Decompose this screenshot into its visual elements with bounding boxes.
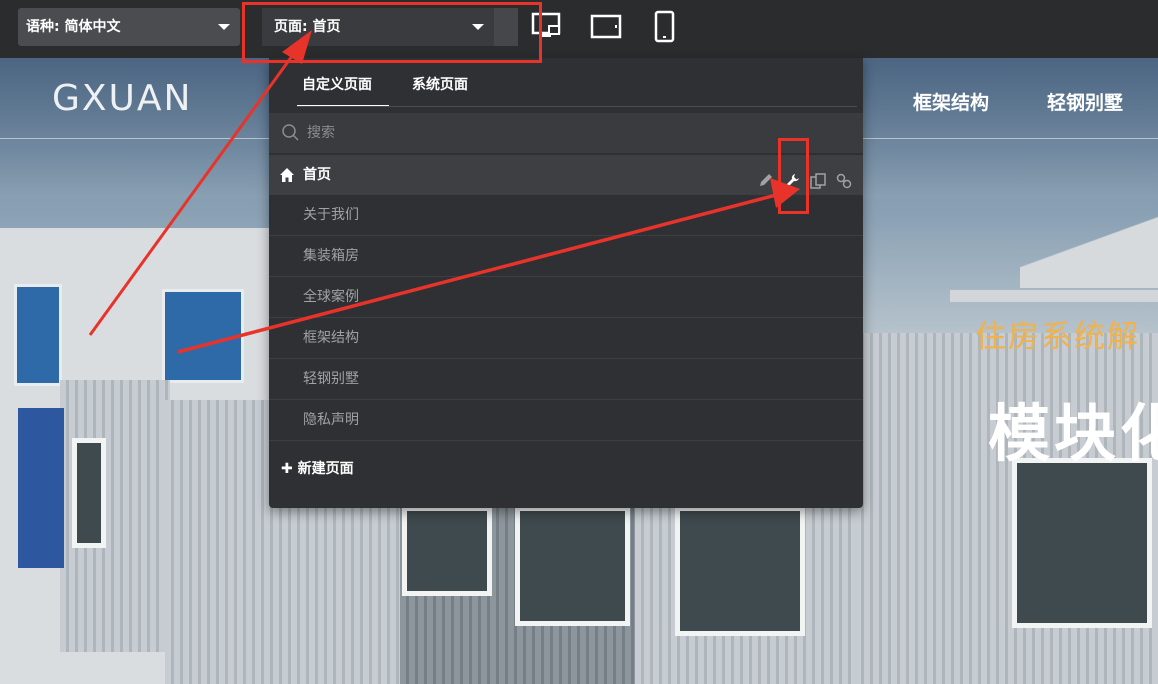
page-tabs: 自定义页面 系统页面 xyxy=(269,58,863,107)
page-dropdown-panel: 自定义页面 系统页面 首页 xyxy=(269,58,863,508)
tablet-icon xyxy=(590,14,622,39)
chevron-down-icon xyxy=(218,24,230,30)
tablet-view-button[interactable] xyxy=(586,8,626,46)
page-item-label: 轻钢别墅 xyxy=(303,371,359,387)
search-icon xyxy=(282,124,299,141)
editor-toolbar: 语种: 简体中文 页面: 首页 xyxy=(0,0,1158,58)
annotation-box-page-select xyxy=(242,2,542,63)
page-item-steel-villa[interactable]: 轻钢别墅 xyxy=(269,359,863,400)
tab-system-pages[interactable]: 系统页面 xyxy=(412,74,468,94)
new-page-label: 新建页面 xyxy=(297,461,354,477)
hero-subtitle: 住房系统解 xyxy=(975,319,1140,355)
language-select-label: 语种: 简体中文 xyxy=(26,19,121,35)
home-icon xyxy=(280,168,294,182)
annotation-box-wrench xyxy=(778,138,809,214)
language-select[interactable]: 语种: 简体中文 xyxy=(18,8,240,46)
page-item-home[interactable]: 首页 xyxy=(269,155,863,195)
page-item-about[interactable]: 关于我们 xyxy=(269,195,863,236)
page-item-label: 关于我们 xyxy=(303,207,359,223)
mobile-view-button[interactable] xyxy=(645,8,685,46)
search-input[interactable] xyxy=(307,113,847,153)
link-icon[interactable] xyxy=(835,166,853,189)
copy-icon[interactable] xyxy=(809,166,827,189)
page-item-label: 隐私声明 xyxy=(303,412,359,428)
hero-title: 模块化 xyxy=(988,397,1158,470)
mobile-icon xyxy=(654,10,675,43)
page-item-global-cases[interactable]: 全球案例 xyxy=(269,277,863,318)
tab-custom-pages[interactable]: 自定义页面 xyxy=(302,74,372,94)
nav-item-steel-villa[interactable]: 轻钢别墅 xyxy=(1047,88,1123,115)
new-page-button[interactable]: ✚ 新建页面 xyxy=(281,458,354,478)
page-item-label: 集装箱房 xyxy=(303,248,359,264)
page-item-frame-structure[interactable]: 框架结构 xyxy=(269,318,863,359)
roof-shape xyxy=(1020,208,1158,288)
page-item-container-house[interactable]: 集装箱房 xyxy=(269,236,863,277)
page-item-label: 全球案例 xyxy=(303,289,359,305)
nav-item-frame-structure[interactable]: 框架结构 xyxy=(913,88,989,115)
plus-icon: ✚ xyxy=(281,461,293,477)
page-item-label: 首页 xyxy=(303,167,331,183)
page-item-privacy[interactable]: 隐私声明 xyxy=(269,400,863,441)
page-item-label: 框架结构 xyxy=(303,330,359,346)
page-search xyxy=(269,113,863,153)
site-logo[interactable]: GXUAN xyxy=(52,78,192,119)
edit-icon[interactable] xyxy=(757,166,775,186)
